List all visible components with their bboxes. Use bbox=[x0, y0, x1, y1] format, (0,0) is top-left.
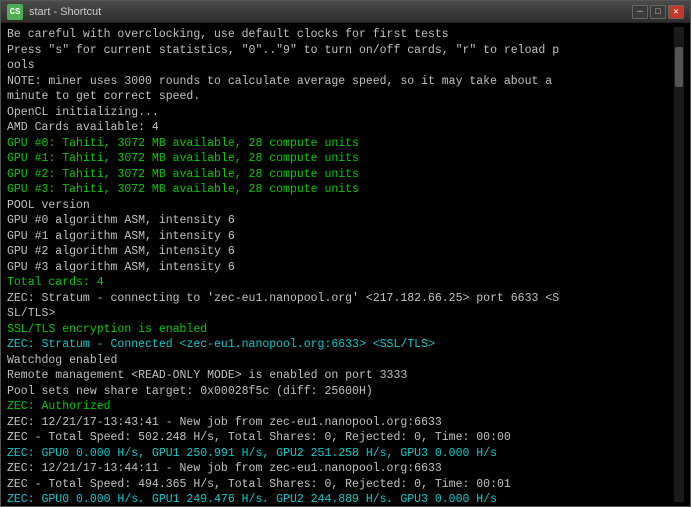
terminal-line: ZEC: Authorized bbox=[7, 399, 674, 415]
terminal-line: GPU #1: Tahiti, 3072 MB available, 28 co… bbox=[7, 151, 674, 167]
terminal-line: ZEC: 12/21/17-13:43:41 - New job from ze… bbox=[7, 415, 674, 431]
terminal-line: OpenCL initializing... bbox=[7, 105, 674, 121]
terminal-line: ZEC - Total Speed: 502.248 H/s, Total Sh… bbox=[7, 430, 674, 446]
terminal-line: Pool sets new share target: 0x00028f5c (… bbox=[7, 384, 674, 400]
terminal-line: SL/TLS> bbox=[7, 306, 674, 322]
terminal-line: GPU #2: Tahiti, 3072 MB available, 28 co… bbox=[7, 167, 674, 183]
terminal-line: GPU #0 algorithm ASM, intensity 6 bbox=[7, 213, 674, 229]
terminal-line: GPU #3 algorithm ASM, intensity 6 bbox=[7, 260, 674, 276]
terminal-line: SSL/TLS encryption is enabled bbox=[7, 322, 674, 338]
terminal-line: ZEC - Total Speed: 494.365 H/s, Total Sh… bbox=[7, 477, 674, 493]
terminal-line: ZEC: 12/21/17-13:44:11 - New job from ze… bbox=[7, 461, 674, 477]
window: CS start - Shortcut ─ □ ✕ Be careful wit… bbox=[0, 0, 691, 507]
terminal-line: ools bbox=[7, 58, 674, 74]
terminal-line: minute to get correct speed. bbox=[7, 89, 674, 105]
terminal-output: Be careful with overclocking, use defaul… bbox=[7, 27, 674, 502]
terminal-line: POOL version bbox=[7, 198, 674, 214]
terminal-line: Remote management <READ-ONLY MODE> is en… bbox=[7, 368, 674, 384]
titlebar: CS start - Shortcut ─ □ ✕ bbox=[1, 1, 690, 23]
scrollbar-thumb[interactable] bbox=[675, 47, 683, 87]
scrollbar[interactable] bbox=[674, 27, 684, 502]
terminal-line: GPU #2 algorithm ASM, intensity 6 bbox=[7, 244, 674, 260]
terminal-line: AMD Cards available: 4 bbox=[7, 120, 674, 136]
terminal-line: GPU #1 algorithm ASM, intensity 6 bbox=[7, 229, 674, 245]
terminal-line: ZEC: GPU0 0.000 H/s, GPU1 249.476 H/s, G… bbox=[7, 492, 674, 502]
close-button[interactable]: ✕ bbox=[668, 5, 684, 19]
terminal-line: NOTE: miner uses 3000 rounds to calculat… bbox=[7, 74, 674, 90]
terminal-line: Total cards: 4 bbox=[7, 275, 674, 291]
maximize-button[interactable]: □ bbox=[650, 5, 666, 19]
terminal-line: ZEC: Stratum - Connected <zec-eu1.nanopo… bbox=[7, 337, 674, 353]
minimize-button[interactable]: ─ bbox=[632, 5, 648, 19]
terminal: Be careful with overclocking, use defaul… bbox=[1, 23, 690, 506]
terminal-line: GPU #0: Tahiti, 3072 MB available, 28 co… bbox=[7, 136, 674, 152]
terminal-line: Watchdog enabled bbox=[7, 353, 674, 369]
window-title: start - Shortcut bbox=[29, 6, 632, 18]
terminal-line: Press "s" for current statistics, "0".."… bbox=[7, 43, 674, 59]
terminal-line: Be careful with overclocking, use defaul… bbox=[7, 27, 674, 43]
terminal-line: ZEC: GPU0 0.000 H/s, GPU1 250.991 H/s, G… bbox=[7, 446, 674, 462]
window-controls: ─ □ ✕ bbox=[632, 5, 684, 19]
window-icon: CS bbox=[7, 4, 23, 20]
terminal-line: ZEC: Stratum - connecting to 'zec-eu1.na… bbox=[7, 291, 674, 307]
terminal-line: GPU #3: Tahiti, 3072 MB available, 28 co… bbox=[7, 182, 674, 198]
